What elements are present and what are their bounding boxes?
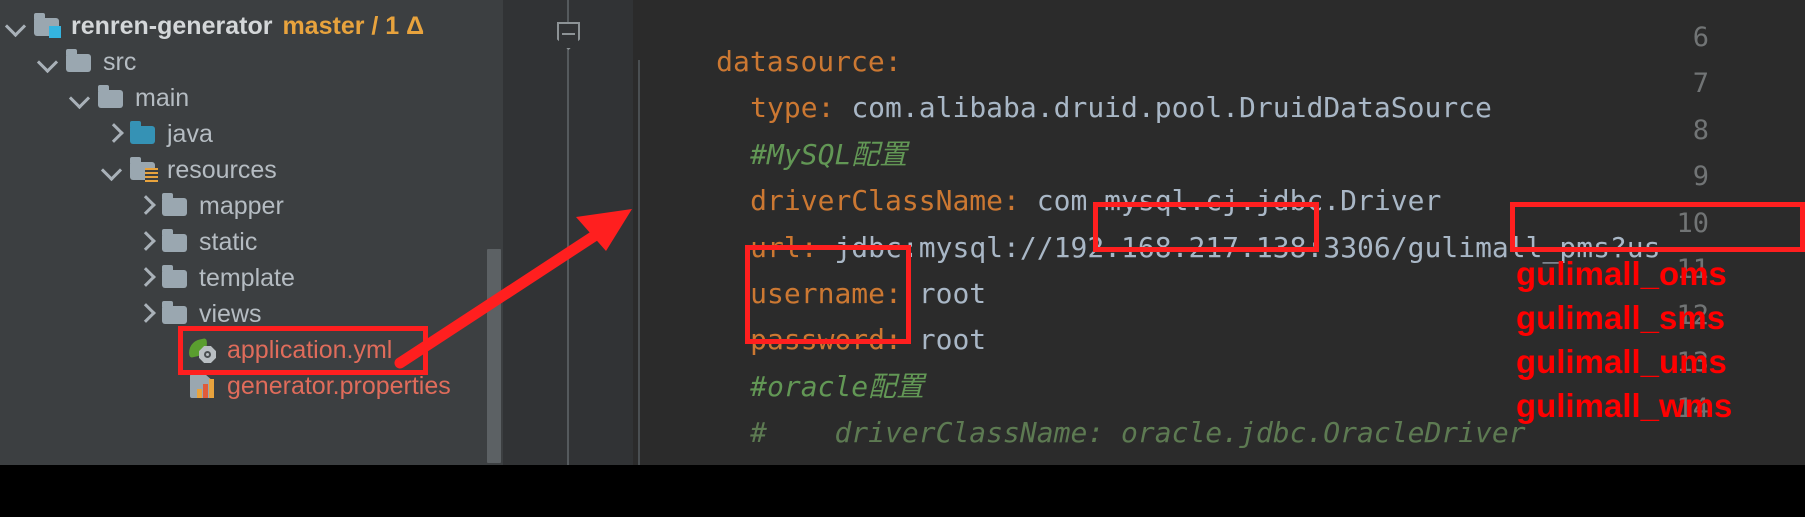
chevron-down-icon[interactable]	[100, 157, 126, 183]
ide-screenshot: renren-generator master / 1 Δ src main j…	[0, 0, 1805, 517]
jdbc-port: :3306/	[1306, 231, 1408, 264]
chevron-right-icon[interactable]	[100, 121, 126, 147]
code-fold-guide	[567, 0, 569, 465]
code-line-14[interactable]: # driverClassName: oracle.jdbc.OracleDri…	[649, 391, 1526, 465]
tree-item-label: static	[199, 227, 258, 256]
tree-item-static[interactable]: static	[132, 224, 257, 260]
project-tree-panel[interactable]: renren-generator master / 1 Δ src main j…	[0, 0, 503, 465]
resources-folder-icon	[128, 156, 160, 184]
annotation-db-name-0: gulimall_oms	[1516, 255, 1727, 292]
no-chevron-placeholder	[160, 373, 186, 399]
line-number: 7	[1692, 68, 1709, 99]
chevron-down-icon[interactable]	[36, 49, 62, 75]
tree-item-application-yml[interactable]: application.yml	[160, 332, 392, 368]
tree-item-mapper[interactable]: mapper	[132, 188, 284, 224]
yaml-value: com.alibaba.druid.pool.DruidDataSource	[851, 91, 1492, 124]
bottom-black-band	[0, 465, 1805, 517]
tree-item-label: template	[199, 263, 295, 292]
spring-yaml-icon	[186, 336, 220, 364]
line-number: 6	[1692, 22, 1709, 53]
folder-icon	[160, 192, 192, 220]
folder-icon	[160, 300, 192, 328]
yaml-value: root	[918, 323, 987, 356]
tree-item-label: resources	[167, 155, 277, 184]
tree-item-resources[interactable]: resources	[100, 152, 277, 188]
tree-item-label: mapper	[199, 191, 284, 220]
yaml-comment: # driverClassName: oracle.jdbc.OracleDri…	[750, 416, 1526, 449]
indent-guide-line	[638, 60, 640, 465]
tree-item-generator-properties[interactable]: generator.properties	[160, 368, 451, 404]
folder-icon	[160, 228, 192, 256]
line-number: 9	[1692, 161, 1709, 192]
tree-item-label: java	[167, 119, 213, 148]
vcs-branch-label: master / 1 Δ	[282, 11, 425, 40]
chevron-down-icon[interactable]	[4, 13, 30, 39]
source-folder-icon	[128, 120, 160, 148]
no-chevron-placeholder	[160, 337, 186, 363]
project-tree-scrollbar[interactable]	[487, 249, 501, 463]
chevron-right-icon[interactable]	[132, 265, 158, 291]
tree-item-label: generator.properties	[227, 371, 451, 400]
annotation-db-name-3: gulimall_wms	[1516, 387, 1733, 424]
line-number: 8	[1692, 115, 1709, 146]
tree-item-label: src	[103, 47, 137, 76]
chevron-right-icon[interactable]	[132, 229, 158, 255]
module-folder-icon	[32, 12, 64, 40]
jdbc-host: 192.168.217.138	[1053, 231, 1307, 264]
tree-item-label: renren-generator	[71, 11, 273, 40]
folder-icon	[96, 84, 128, 112]
folder-icon	[160, 264, 192, 292]
chevron-down-icon[interactable]	[68, 85, 94, 111]
tree-item-label: application.yml	[227, 335, 393, 364]
properties-icon	[188, 372, 220, 400]
tree-item-label: views	[199, 299, 262, 328]
annotation-db-name-2: gulimall_ums	[1516, 343, 1727, 380]
tree-item-views[interactable]: views	[132, 296, 262, 332]
folder-icon	[64, 48, 96, 76]
tree-item-java[interactable]: java	[100, 116, 213, 152]
chevron-right-icon[interactable]	[132, 301, 158, 327]
tree-item-main[interactable]: main	[68, 80, 189, 116]
chevron-right-icon[interactable]	[132, 193, 158, 219]
tree-item-src[interactable]: src	[36, 44, 136, 80]
annotation-db-name-1: gulimall_sms	[1516, 299, 1726, 336]
tree-item-template[interactable]: template	[132, 260, 295, 296]
tree-item-label: main	[135, 83, 190, 112]
tree-item-renren-generator[interactable]: renren-generator master / 1 Δ	[4, 8, 424, 44]
